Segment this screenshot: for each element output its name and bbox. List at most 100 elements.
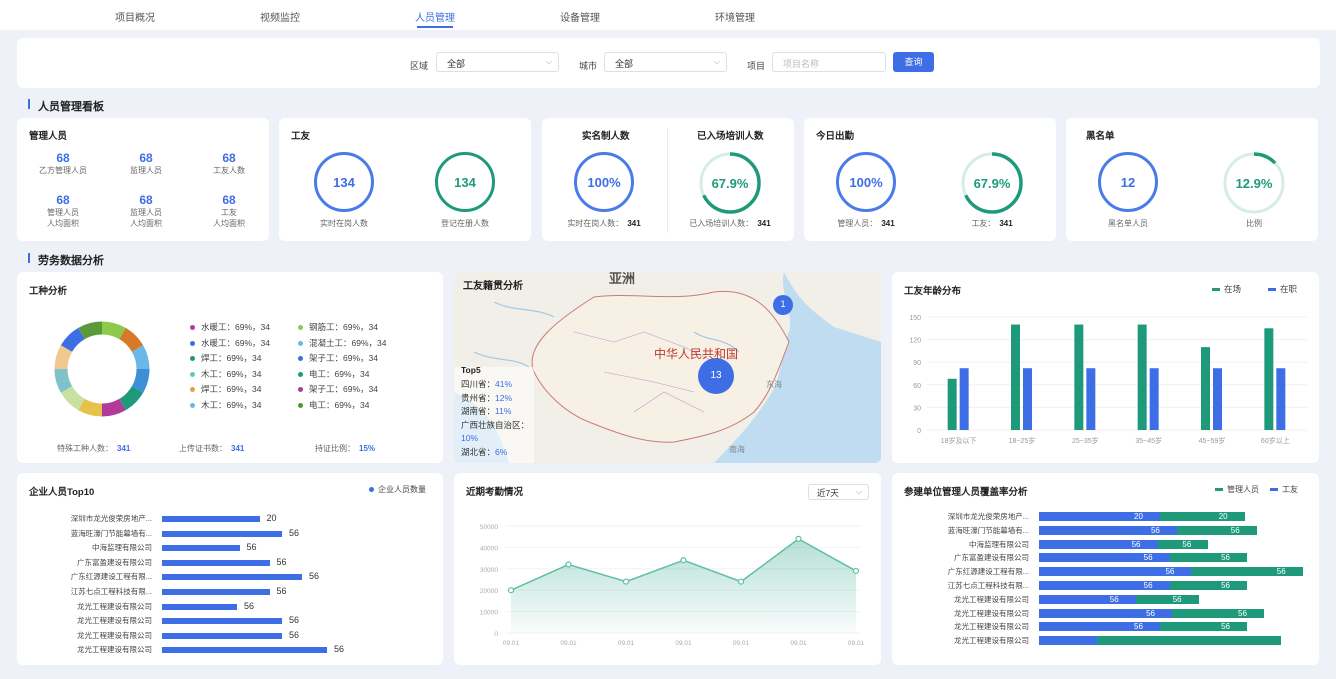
coverage-bar-managers: [1191, 567, 1303, 577]
legend-item: 焊工：69%，34: [190, 383, 261, 395]
divider: [667, 128, 668, 233]
top10-card: 企业人员Top10 企业人员数量 深圳市龙光俊荣房地产... 20 蓝海旺濠门节能幕…: [17, 473, 443, 665]
stat-item: 68 管理人员 人均面积: [23, 193, 103, 229]
age-bar: [1149, 368, 1159, 430]
y-tick-label: 60: [913, 383, 921, 390]
legend-item: 水暖工：69%，34: [190, 337, 270, 349]
legend-item: 工友: [1270, 484, 1298, 495]
donut-slice: [118, 327, 144, 353]
ring-label: 黑名单人员: [1108, 219, 1148, 228]
data-point: [737, 578, 745, 585]
ring-label: 比例: [1246, 219, 1262, 228]
ring-managers-attendance: 100%: [836, 152, 896, 212]
coverage-title: 参建单位管理人员覆盖率分析: [904, 487, 1028, 498]
bar-value-label: 56: [276, 586, 287, 596]
bar-category-label: 广东红源建设工程有限...: [947, 567, 1029, 577]
ring-blacklist: 12: [1098, 152, 1158, 212]
company-bar: [162, 516, 260, 522]
ring-trained-value: 67.9%: [711, 175, 749, 191]
y-tick-label: 90: [913, 360, 921, 367]
age-bar: [1023, 368, 1032, 430]
realname-card: 实名制人数 已入场培训人数 100% 67.9% 实时在岗人数： 341 已入场培…: [542, 118, 794, 241]
top5-name: 湖南省：: [461, 406, 496, 416]
ring-label: 管理人员： 341: [811, 218, 921, 229]
tab-personnel[interactable]: 人员管理: [395, 9, 475, 24]
legend-swatch: [298, 371, 303, 377]
city-select[interactable]: 全部 ⌵: [604, 52, 727, 72]
recent-attendance-card: 近期考勤情况 近7天 ⌵ 0 10000 20000 30000 40000 50000 09…: [454, 473, 881, 665]
x-tick-label: 45~59岁: [1199, 436, 1226, 445]
stat-item: 68 乙方管理人员: [23, 151, 103, 176]
bar-category-label: 龙光工程建设有限公司: [77, 616, 152, 626]
bar-value-label: 20: [1134, 512, 1143, 521]
y-tick-label: 0: [494, 631, 498, 638]
top5-name: 四川省：: [461, 379, 496, 389]
age-bar: [1011, 324, 1020, 430]
donut-slice: [54, 345, 73, 370]
bar-value-label: 56: [1131, 539, 1141, 549]
top5-value: 41%: [495, 379, 513, 389]
data-point: [852, 567, 860, 575]
y-tick-label: 20000: [480, 588, 498, 595]
legend-label: 木工：69%，34: [201, 399, 262, 410]
bar-value-label: 56: [246, 542, 257, 553]
bar-category-label: 蓝海旺濠门节能幕墙有...: [947, 525, 1029, 535]
managers-card: 管理人员 68 乙方管理人员 68 监理人员 68 工友人数 68 管理人员 人均面积 …: [17, 118, 269, 241]
stat-value: 68: [222, 193, 236, 207]
stat-value: 68: [56, 151, 70, 165]
coverage-bar-managers: [1135, 594, 1199, 604]
bar-value-label: 56: [1143, 581, 1153, 590]
x-tick-label: 18~25岁: [1009, 436, 1036, 445]
legend-item: 木工：69%，34: [190, 368, 261, 380]
y-tick-label: 30: [913, 405, 921, 412]
area-fill: [511, 538, 856, 633]
coverage-bar-managers: [1176, 525, 1257, 535]
bar-category-label: 龙光工程建设有限公司: [954, 594, 1029, 604]
age-bar: [959, 368, 969, 430]
top5-title: Top5: [461, 365, 481, 375]
legend-item: 电工：69%，34: [298, 399, 369, 411]
tab-environment[interactable]: 环境管理: [695, 9, 775, 24]
tab-project-overview[interactable]: 项目概况: [95, 9, 175, 24]
bar-category-label: 中海监理有限公司: [969, 539, 1029, 549]
company-bar: [162, 589, 270, 595]
area-select[interactable]: 全部 ⌵: [436, 52, 559, 72]
map-label-china: 中华人民共和国: [654, 347, 739, 361]
legend-item: 钢筋工：69%，34: [298, 321, 378, 333]
data-point: [622, 578, 630, 585]
donut-slice: [131, 368, 150, 393]
city-select-value: 全部: [615, 59, 634, 69]
ring-label-text: 管理人员：: [837, 219, 878, 228]
map-bubble-large-label: 13: [710, 370, 722, 381]
age-distribution-card: 工友年龄分布 在场 在职 0 30 60 90 120 150 18岁及以下 18~25岁 25…: [892, 272, 1319, 463]
trained-title: 已入场培训人数: [697, 131, 764, 142]
chevron-down-icon: ⌵: [545, 57, 552, 66]
donut-slice: [118, 385, 144, 411]
x-tick-label: 09.01: [503, 640, 520, 647]
certified-ratio: 持证比例： 15%: [315, 443, 375, 454]
ring-workers-attendance-value: 67.9%: [973, 175, 1011, 191]
attendance-area-chart: 0 10000 20000 30000 40000 50000 09.01 09.01 09.0…: [480, 524, 865, 647]
stat-label: 工友 人均面积: [213, 208, 245, 228]
legend-swatch: [190, 371, 195, 377]
filter-bar: 区域 全部 ⌵ 城市 全部 ⌵ 项目 项目名称 查询: [17, 38, 1320, 88]
project-name-input[interactable]: 项目名称: [772, 52, 886, 72]
query-button[interactable]: 查询: [893, 52, 934, 72]
donut-slice: [101, 398, 126, 417]
legend-swatch: [298, 356, 303, 362]
company-bar: [162, 530, 282, 537]
age-bar: [1264, 328, 1274, 430]
legend-label: 焊工：69%，34: [201, 353, 262, 363]
special-workers-count: 特殊工种人数： 341: [57, 443, 130, 454]
x-tick-label: 60岁以上: [1261, 436, 1290, 445]
workers-title: 工友: [291, 131, 311, 142]
tab-video-monitor[interactable]: 视频监控: [240, 9, 320, 24]
x-tick-label: 09.01: [848, 640, 865, 647]
active-tab-underline: [417, 26, 453, 28]
bar-category-label: 龙光工程建设有限公司: [954, 608, 1029, 618]
legend-swatch: [298, 340, 303, 346]
bar-category-label: 深圳市龙光俊荣房地产...: [70, 514, 152, 523]
tab-equipment[interactable]: 设备管理: [540, 9, 620, 24]
legend-label: 企业人员数量: [378, 485, 426, 494]
coverage-bar-workers: [1039, 636, 1098, 646]
